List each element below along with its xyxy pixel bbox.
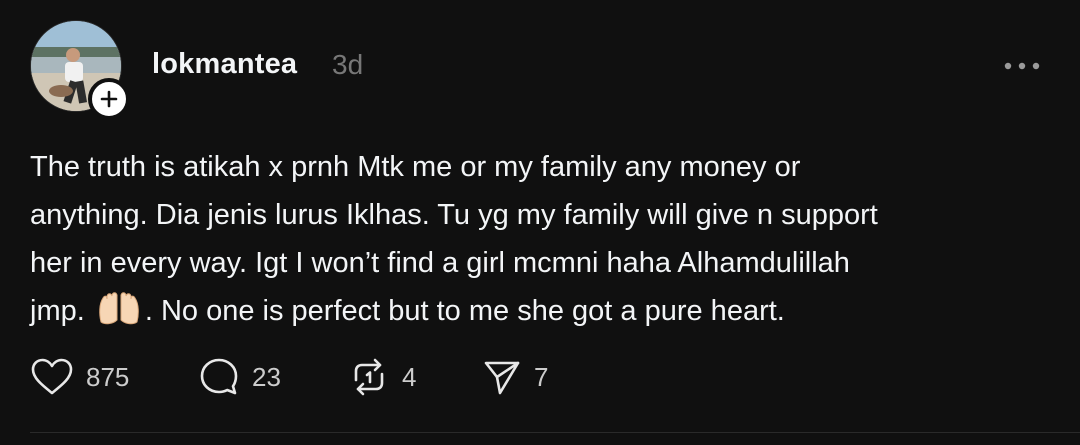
post-text-line: jmp. . No one is perfect but to me she g… <box>30 287 1050 335</box>
like-count: 875 <box>86 361 130 392</box>
post-text-line: anything. Dia jenis lurus Iklhas. Tu yg … <box>30 199 878 231</box>
raising-hands-emoji <box>99 292 139 325</box>
comment-icon <box>200 358 238 395</box>
more-horizontal-icon <box>1004 62 1040 70</box>
send-icon <box>484 361 520 395</box>
plus-icon <box>100 90 118 108</box>
repost-button[interactable]: 4 <box>348 355 416 399</box>
repost-count: 4 <box>402 361 417 392</box>
share-count: 7 <box>534 361 549 392</box>
reply-button[interactable]: 23 <box>198 355 281 399</box>
author-avatar-container[interactable] <box>30 20 130 120</box>
share-button[interactable]: 7 <box>482 355 548 399</box>
repost-icon <box>354 358 384 396</box>
post-text-fragment: jmp. <box>30 295 85 327</box>
more-options-button[interactable] <box>1002 56 1042 76</box>
post-timestamp[interactable]: 3d <box>332 49 363 81</box>
heart-icon <box>31 358 73 395</box>
post-text-line: The truth is atikah x prnh Mtk me or my … <box>30 151 801 183</box>
follow-button[interactable] <box>88 78 130 120</box>
like-button[interactable]: 875 <box>30 355 129 399</box>
post-text-line: her in every way. Igt I won’t find a gir… <box>30 247 850 279</box>
post-text-fragment: . No one is perfect but to me she got a … <box>144 295 785 327</box>
thread-post: lokmantea 3d The truth is atikah x prnh … <box>0 0 1080 445</box>
post-divider <box>30 432 1080 433</box>
reply-count: 23 <box>252 361 281 392</box>
author-username[interactable]: lokmantea <box>152 48 297 81</box>
post-body: The truth is atikah x prnh Mtk me or my … <box>30 143 1050 335</box>
